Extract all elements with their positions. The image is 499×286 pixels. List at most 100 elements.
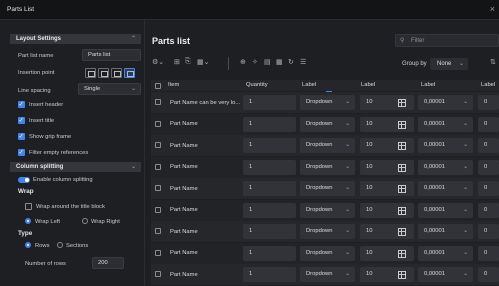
decimal-dropdown[interactable]: 0,00001 ⌄ (418, 116, 473, 132)
label-dropdown[interactable]: Dropdown ⌄ (300, 245, 355, 261)
table-row[interactable]: Part Name 1 Dropdown ⌄ 10 0,00001 ⌄ 0 (151, 113, 499, 135)
label-dropdown[interactable]: Dropdown ⌄ (300, 138, 355, 153)
table-row[interactable]: Part Name 1 Dropdown ⌄ 10 0,00001 ⌄ 0 (151, 242, 499, 264)
grid-icon[interactable] (398, 185, 406, 193)
label-dropdown[interactable]: Dropdown ⌄ (300, 202, 355, 218)
insert-icon[interactable]: ⎘ (185, 58, 191, 66)
quantity-input[interactable]: 1 (243, 202, 296, 218)
decimal-dropdown[interactable]: 0,00001 ⌄ (418, 267, 473, 282)
grid-icon[interactable] (398, 206, 406, 215)
quantity-input[interactable]: 1 (243, 245, 296, 261)
select-all-checkbox[interactable] (155, 82, 161, 89)
insert-title-checkbox[interactable] (18, 116, 25, 124)
enable-column-splitting-toggle[interactable] (18, 177, 30, 183)
filter-empty-references-checkbox[interactable] (18, 148, 25, 156)
row-checkbox[interactable] (155, 228, 161, 234)
label-dropdown[interactable]: Dropdown ⌄ (300, 267, 355, 282)
wrap-left-radio[interactable] (25, 218, 31, 224)
column-header-quantity[interactable]: Quantity (246, 82, 268, 88)
list-icon[interactable]: ☰ (300, 58, 306, 66)
grid-icon[interactable] (398, 142, 406, 150)
label-dropdown[interactable]: Dropdown ⌄ (300, 116, 355, 132)
quantity-input[interactable]: 1 (243, 95, 296, 110)
group-by-select[interactable]: None ⌄ (430, 58, 468, 70)
wrap-around-checkbox[interactable] (25, 203, 32, 210)
label-4-dropdown[interactable]: 0 (478, 138, 499, 153)
column-header-label-2[interactable]: Label (361, 82, 375, 88)
decimal-dropdown[interactable]: 0,00001 ⌄ (418, 181, 473, 196)
column-header-label-3[interactable]: Label (421, 82, 435, 88)
number-input[interactable]: 10 (360, 116, 414, 132)
line-spacing-select[interactable]: Single ⌄ (78, 83, 141, 95)
row-checkbox[interactable] (155, 163, 161, 170)
grid-icon[interactable] (398, 271, 406, 279)
grid-icon[interactable] (398, 99, 406, 107)
number-input[interactable]: 10 (360, 181, 414, 196)
table-icon[interactable]: ▤ (264, 58, 271, 66)
column-header-label-1[interactable]: Label (302, 82, 316, 88)
quantity-input[interactable]: 1 (243, 138, 296, 153)
column-splitting-header[interactable]: Column splitting ⌄ (10, 162, 141, 172)
row-checkbox[interactable] (155, 185, 161, 191)
decimal-dropdown[interactable]: 0,00001 ⌄ (418, 245, 473, 261)
quantity-input[interactable]: 1 (243, 159, 296, 175)
insertion-top-right-button[interactable] (98, 68, 109, 78)
label-dropdown[interactable]: Dropdown ⌄ (300, 95, 355, 110)
close-icon[interactable]: × (490, 4, 495, 14)
row-checkbox[interactable] (155, 249, 161, 256)
quantity-input[interactable]: 1 (243, 267, 296, 282)
panel-divider[interactable] (144, 20, 145, 286)
label-4-dropdown[interactable]: 0 (478, 116, 499, 132)
table-row[interactable]: Part Name 1 Dropdown ⌄ 10 0,00001 ⌄ 0 (151, 221, 499, 242)
label-4-dropdown[interactable]: 0 (478, 95, 499, 110)
link-icon[interactable]: ✧ (252, 58, 258, 66)
table-row[interactable]: Part Name 1 Dropdown ⌄ 10 0,00001 ⌄ 0 (151, 135, 499, 156)
table-row[interactable]: Part Name 1 Dropdown ⌄ 10 0,00001 ⌄ 0 (151, 156, 499, 178)
decimal-dropdown[interactable]: 0,00001 ⌄ (418, 159, 473, 175)
number-input[interactable]: 10 (360, 138, 414, 153)
number-input[interactable]: 10 (360, 245, 414, 261)
insertion-bottom-right-button[interactable] (124, 68, 135, 78)
insertion-top-left-button[interactable] (85, 68, 96, 78)
table-row[interactable]: Part Name can be very lo... 1 Dropdown ⌄ 10 0… (151, 92, 499, 113)
color-icon[interactable]: ▦⌄ (197, 58, 209, 66)
number-input[interactable]: 10 (360, 95, 414, 110)
table-row[interactable]: Part Name 1 Dropdown ⌄ 10 0,00001 ⌄ 0 (151, 264, 499, 285)
quantity-input[interactable]: 1 (243, 181, 296, 196)
label-dropdown[interactable]: Dropdown ⌄ (300, 159, 355, 175)
settings-icon[interactable]: ⚙⌄ (152, 58, 164, 66)
quantity-input[interactable]: 1 (243, 224, 296, 239)
insert-header-checkbox[interactable] (18, 100, 25, 108)
grid-icon[interactable] (398, 228, 406, 236)
label-dropdown[interactable]: Dropdown ⌄ (300, 224, 355, 239)
quantity-input[interactable]: 1 (243, 116, 296, 132)
decimal-dropdown[interactable]: 0,00001 ⌄ (418, 224, 473, 239)
add-row-icon[interactable]: ⊞ (174, 58, 180, 66)
number-input[interactable]: 10 (360, 159, 414, 175)
row-checkbox[interactable] (155, 120, 161, 127)
table-row[interactable]: Part Name 1 Dropdown ⌄ 10 0,00001 ⌄ 0 (151, 178, 499, 199)
label-4-dropdown[interactable]: 0 (478, 267, 499, 282)
label-4-dropdown[interactable]: 0 (478, 245, 499, 261)
label-dropdown[interactable]: Dropdown ⌄ (300, 181, 355, 196)
refresh-icon[interactable]: ↻ (288, 58, 294, 66)
decimal-dropdown[interactable]: 0,00001 ⌄ (418, 202, 473, 218)
label-4-dropdown[interactable]: 0 (478, 224, 499, 239)
row-checkbox[interactable] (155, 206, 161, 213)
grid-icon[interactable] (398, 249, 406, 258)
rows-radio[interactable] (25, 242, 31, 248)
show-grip-frame-checkbox[interactable] (18, 132, 25, 140)
insertion-bottom-left-button[interactable] (111, 68, 122, 78)
row-checkbox[interactable] (155, 142, 161, 148)
label-4-dropdown[interactable]: 0 (478, 181, 499, 196)
number-input[interactable]: 10 (360, 202, 414, 218)
number-input[interactable]: 10 (360, 267, 414, 282)
part-list-name-input[interactable]: Parts list (82, 49, 141, 61)
column-header-item[interactable]: Item (168, 82, 179, 88)
wrap-right-radio[interactable] (82, 218, 88, 224)
column-header-label-4[interactable]: Label (481, 82, 495, 88)
zoom-icon[interactable]: ⊕ (240, 58, 246, 66)
grid-icon[interactable] (398, 163, 406, 172)
grid-icon[interactable]: ▦ (276, 58, 283, 66)
number-input[interactable]: 10 (360, 224, 414, 239)
